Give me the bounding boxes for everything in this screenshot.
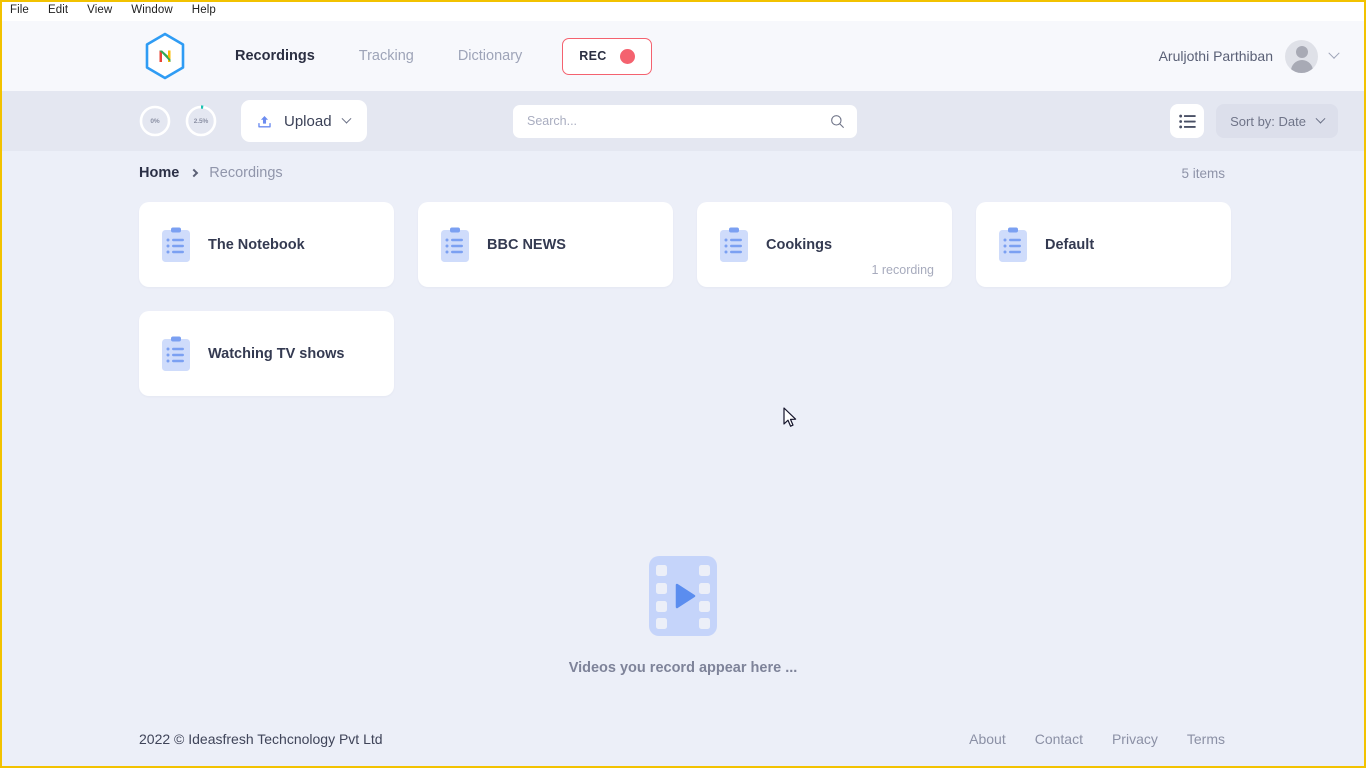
chevron-down-icon [1315,113,1326,124]
empty-state-text: Videos you record appear here ... [568,660,798,676]
folder-name-label: Watching TV shows [208,345,345,362]
copyright-label: 2022 © Ideasfresh Techcnology Pvt Ltd [139,731,383,747]
chevron-right-icon [190,168,199,178]
menu-item-help[interactable]: Help [192,5,216,17]
list-view-toggle-button[interactable] [1170,104,1205,138]
folder-card-bbc-news[interactable]: BBC NEWS [418,202,673,287]
chevron-down-icon [341,113,351,124]
application-window: File Edit View Window Help Recordings Tr… [0,0,1366,768]
clipboard-icon [720,227,748,262]
nav-link-recordings[interactable]: Recordings [213,40,337,72]
folder-name-label: The Notebook [208,236,305,253]
footer-link-contact[interactable]: Contact [1035,731,1083,747]
primary-nav-links: Recordings Tracking Dictionary [213,40,544,72]
user-name-label: Aruljothi Parthiban [1158,48,1273,64]
content-toolbar: 0% 2.5% Upload Search... Sort by: Date [2,91,1364,151]
list-view-icon [1178,114,1196,128]
user-avatar-icon [1285,39,1318,73]
footer-link-terms[interactable]: Terms [1187,731,1225,747]
menu-item-window[interactable]: Window [131,5,173,17]
nav-link-dictionary[interactable]: Dictionary [436,40,544,72]
video-film-icon [649,556,717,636]
top-navigation-bar: Recordings Tracking Dictionary REC Arulj… [2,21,1364,91]
clipboard-icon [441,227,469,262]
breadcrumb-home[interactable]: Home [139,165,179,181]
empty-recordings-state: Videos you record appear here ... [2,556,1364,676]
menu-item-view[interactable]: View [87,5,112,17]
storage-progress-rings: 0% 2.5% [139,105,217,137]
page-body: Recordings Tracking Dictionary REC Arulj… [2,21,1364,766]
record-button-label: REC [579,49,607,63]
clipboard-icon [162,227,190,262]
search-icon[interactable] [830,114,845,129]
clipboard-icon [162,336,190,371]
folder-card-the-notebook[interactable]: The Notebook [139,202,394,287]
folder-count-label: 1 recording [871,263,934,277]
upload-button-label: Upload [284,112,332,130]
upload-icon [258,115,271,127]
progress-ring-0[interactable]: 0% [139,105,171,137]
search-input[interactable] [527,114,830,128]
toolbar-right-controls: Sort by: Date [1170,104,1338,138]
progress-ring-1-label: 2.5% [193,117,209,125]
menu-item-file[interactable]: File [10,5,29,17]
footer-link-privacy[interactable]: Privacy [1112,731,1158,747]
chevron-down-icon [1328,47,1340,59]
page-footer: 2022 © Ideasfresh Techcnology Pvt Ltd Ab… [2,712,1364,766]
hexagon-n-logo-icon [145,32,185,80]
nav-link-tracking[interactable]: Tracking [337,40,436,72]
footer-links: About Contact Privacy Terms [969,731,1225,747]
folder-card-cookings[interactable]: Cookings 1 recording [697,202,952,287]
clipboard-icon [999,227,1027,262]
main-content: Home Recordings 5 items The Notebook BBC… [2,151,1364,712]
item-count-label: 5 items [1181,165,1225,181]
os-menu-bar: File Edit View Window Help [2,2,1364,21]
folder-grid: The Notebook BBC NEWS Cookings 1 recordi… [139,202,1231,396]
footer-link-about[interactable]: About [969,731,1006,747]
breadcrumb-recordings[interactable]: Recordings [209,165,282,181]
breadcrumb: Home Recordings 5 items [26,151,1338,195]
progress-ring-1[interactable]: 2.5% [185,105,217,137]
app-logo[interactable] [139,30,191,82]
upload-button[interactable]: Upload [241,100,367,142]
search-bar[interactable] [513,104,857,138]
menu-item-edit[interactable]: Edit [48,5,68,17]
user-menu[interactable]: Aruljothi Parthiban [1158,39,1340,73]
sort-dropdown[interactable]: Sort by: Date [1216,104,1338,138]
record-dot-icon [619,48,635,64]
progress-ring-0-label: 0% [150,117,160,125]
folder-card-default[interactable]: Default [976,202,1231,287]
sort-dropdown-label: Sort by: Date [1230,113,1306,129]
folder-name-label: Cookings [766,236,833,253]
folder-card-watching-tv-shows[interactable]: Watching TV shows [139,311,394,396]
folder-name-label: Default [1045,236,1095,253]
folder-name-label: BBC NEWS [487,236,566,253]
record-button[interactable]: REC [562,37,652,75]
